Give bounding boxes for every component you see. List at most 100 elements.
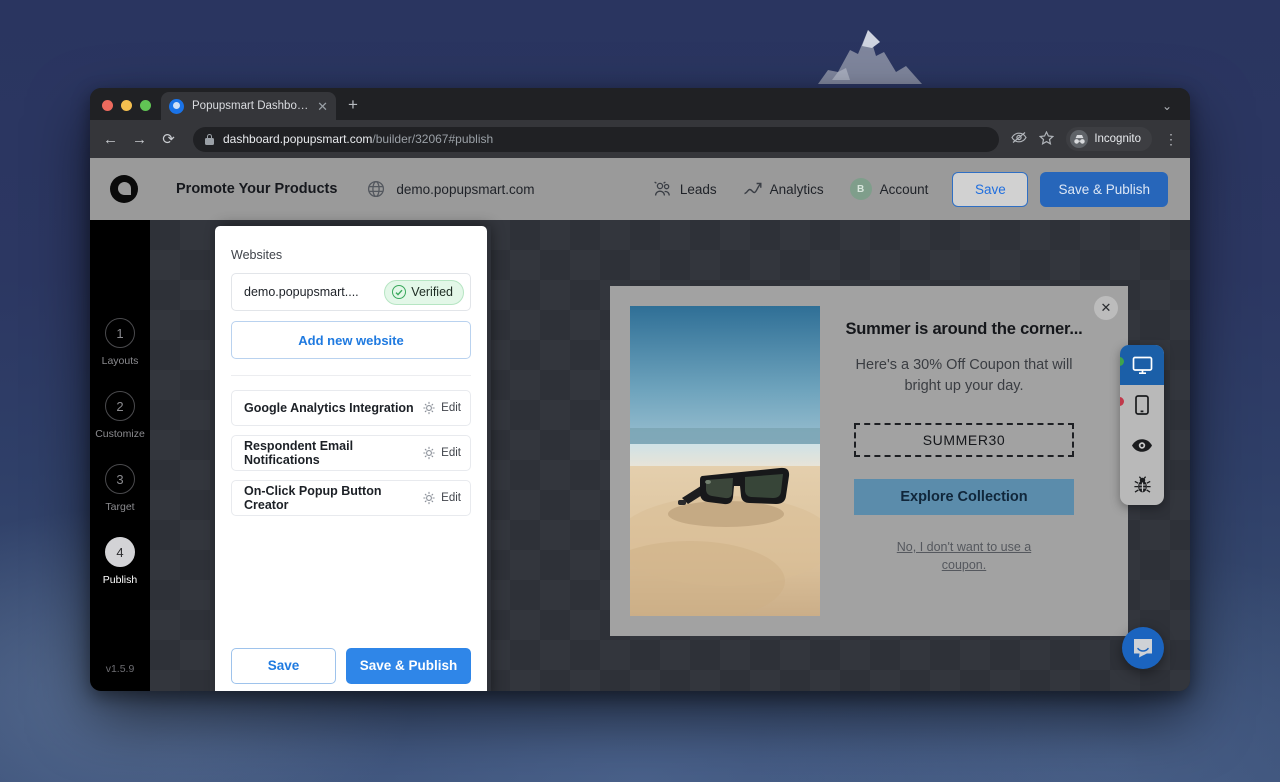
step-number: 3 [105,464,135,494]
popup-preview: ✕ [610,286,1128,636]
eye-slash-icon[interactable] [1011,131,1027,147]
window-controls[interactable] [102,100,161,120]
step-number: 1 [105,318,135,348]
nav-label-account: Account [880,182,929,197]
panel-scroll-area[interactable]: Websites demo.popupsmart.... V [215,226,487,632]
popup-subtitle: Here's a 30% Off Coupon that will bright… [849,355,1079,397]
maximize-window-button[interactable] [140,100,151,111]
panel-edge-shadow [487,226,491,691]
browser-menu-button[interactable]: ⋮ [1164,132,1178,146]
reload-button[interactable]: ⟳ [160,132,177,147]
chat-bubble-icon [1132,637,1154,659]
close-icon[interactable]: ✕ [317,100,328,113]
step-layouts[interactable]: 1 Layouts [90,318,150,367]
analytics-icon [743,181,762,197]
header-save-button[interactable]: Save [952,172,1028,207]
close-icon[interactable]: ✕ [1094,296,1118,320]
explore-collection-button[interactable]: Explore Collection [854,479,1074,515]
browser-tabstrip: Popupsmart Dashboard ✕ + ⌄ [90,88,1190,120]
site-selector[interactable]: demo.popupsmart.com [367,180,534,198]
gear-icon [422,491,436,505]
edit-integration-button[interactable]: Edit [422,491,461,505]
desktop-wallpaper: Popupsmart Dashboard ✕ + ⌄ ← → ⟳ dashboa… [0,0,1280,782]
edit-integration-button[interactable]: Edit [422,401,461,415]
back-button[interactable]: ← [102,132,119,147]
step-label: Target [105,501,134,513]
globe-icon [367,180,385,198]
debug-bug-button[interactable] [1120,465,1164,505]
eye-icon [1131,438,1153,453]
new-tab-button[interactable]: + [348,96,358,113]
panel-footer: Save Save & Publish [215,632,487,691]
step-customize[interactable]: 2 Customize [90,391,150,440]
campaign-title: Promote Your Products [176,181,337,197]
profile-label: Incognito [1094,133,1141,145]
profile-chip[interactable]: Incognito [1066,127,1152,151]
preview-canvas: ✕ [150,220,1190,691]
incognito-icon [1070,130,1088,148]
status-dot-red [1120,397,1124,406]
version-label: v1.5.9 [90,663,150,675]
status-badge-label: Verified [411,285,453,299]
step-target[interactable]: 3 Target [90,464,150,513]
integration-row-respondent-email[interactable]: Respondent Email Notifications Edit [231,435,471,471]
address-bar[interactable]: dashboard.popupsmart.com/builder/32067#p… [193,127,999,152]
site-url: demo.popupsmart.com [396,182,534,197]
tab-title: Popupsmart Dashboard [192,100,309,112]
popup-title: Summer is around the corner... [846,320,1083,339]
forward-button[interactable]: → [131,132,148,147]
decline-link[interactable]: No, I don't want to use a coupon. [877,539,1052,574]
edit-integration-button[interactable]: Edit [422,446,461,460]
website-name: demo.popupsmart.... [244,285,359,299]
check-circle-icon [392,285,406,299]
preview-eye-button[interactable] [1120,425,1164,465]
step-label: Layouts [102,355,139,367]
star-icon[interactable] [1039,131,1054,148]
minimize-window-button[interactable] [121,100,132,111]
nav-label-analytics: Analytics [770,182,824,197]
step-number: 2 [105,391,135,421]
publish-settings-panel: Websites demo.popupsmart.... V [215,226,487,691]
mountain-peak [810,28,930,86]
status-dot-green [1120,357,1124,366]
url-path: /builder/32067#publish [372,132,493,146]
intercom-launcher[interactable] [1122,627,1164,669]
url-host: dashboard.popupsmart.com [223,132,372,146]
website-row[interactable]: demo.popupsmart.... Verified [231,273,471,311]
panel-save-publish-button[interactable]: Save & Publish [346,648,471,684]
builder-stage: 1 Layouts 2 Customize 3 Target 4 Publish [90,220,1190,691]
mobile-icon [1135,395,1149,415]
integration-row-google-analytics[interactable]: Google Analytics Integration Edit [231,390,471,426]
nav-item-account[interactable]: B Account [850,178,929,200]
edit-label: Edit [441,447,461,459]
step-publish[interactable]: 4 Publish [90,537,150,586]
status-badge: Verified [384,280,464,305]
device-desktop-button[interactable] [1120,345,1164,385]
device-mobile-button[interactable] [1120,385,1164,425]
panel-save-button[interactable]: Save [231,648,336,684]
integration-label: On-Click Popup Button Creator [244,484,422,512]
nav-item-analytics[interactable]: Analytics [743,181,824,197]
nav-label-leads: Leads [680,182,717,197]
edit-label: Edit [441,492,461,504]
header-nav: Leads Analytics B Account [653,178,929,200]
integration-label: Google Analytics Integration [244,401,414,415]
header-save-publish-button[interactable]: Save & Publish [1040,172,1168,207]
panel-divider [231,375,471,376]
device-toolbar [1120,345,1164,505]
nav-item-leads[interactable]: Leads [653,181,717,198]
gear-icon [422,446,436,460]
add-new-website-button[interactable]: Add new website [231,321,471,359]
coupon-code[interactable]: SUMMER30 [854,423,1074,457]
websites-section-label: Websites [231,248,471,262]
integration-label: Respondent Email Notifications [244,439,422,467]
edit-label: Edit [441,402,461,414]
app-content: Promote Your Products demo.popupsmart.co… [90,158,1190,691]
avatar: B [850,178,872,200]
popup-image [630,306,820,616]
app-header: Promote Your Products demo.popupsmart.co… [90,158,1190,220]
chevron-down-icon[interactable]: ⌄ [1162,99,1172,113]
integration-row-onclick-popup[interactable]: On-Click Popup Button Creator Edit [231,480,471,516]
browser-tab[interactable]: Popupsmart Dashboard ✕ [161,92,336,120]
close-window-button[interactable] [102,100,113,111]
